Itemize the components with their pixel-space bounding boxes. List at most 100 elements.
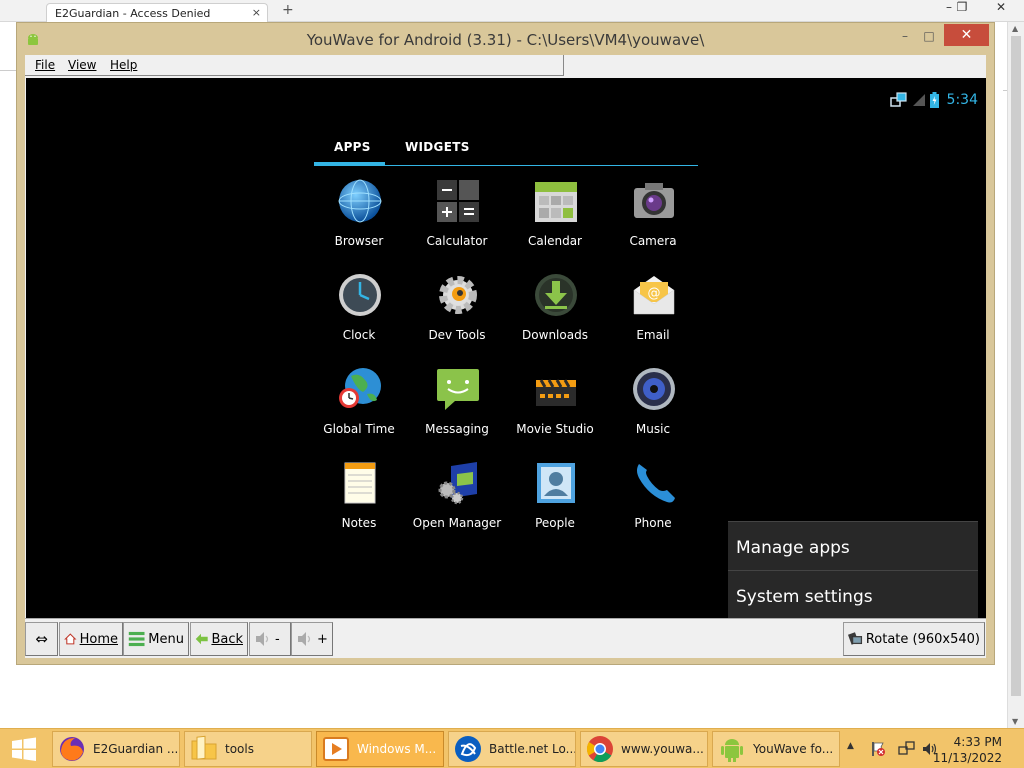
scroll-up-icon[interactable]: ▲ [1012, 24, 1018, 33]
app-downloads[interactable]: Downloads [506, 272, 604, 362]
browser-scrollbar[interactable]: ▲ ▼ [1007, 22, 1024, 728]
app-label: Global Time [323, 422, 395, 436]
menu-help[interactable]: Help [110, 58, 137, 72]
app-dev-tools[interactable]: Dev Tools [408, 272, 506, 362]
volume-down-button[interactable]: - [249, 622, 291, 656]
volume-up-label: + [317, 631, 328, 647]
app-label: Phone [634, 516, 672, 530]
youwave-client-area: File View Help 5:34 APPS WIDGETS Browser… [25, 55, 986, 658]
battery-icon [929, 92, 939, 108]
network-icon [889, 92, 907, 107]
system-tray: ▲ 4:33 PM 11/13/2022 [840, 729, 1024, 768]
speaker-icon [298, 632, 311, 646]
taskbar-windows-media[interactable]: Windows M... [316, 731, 444, 767]
app-label: Notes [341, 516, 377, 530]
close-button[interactable]: ✕ [944, 24, 989, 46]
svg-text:@: @ [648, 286, 661, 301]
browser-close-button[interactable]: ✕ [986, 0, 1016, 18]
menu-item-system-settings[interactable]: System settings [728, 571, 978, 618]
app-camera[interactable]: Camera [604, 178, 702, 268]
home-icon [64, 633, 77, 645]
app-label: Music [635, 422, 671, 436]
app-email[interactable]: @ Email [604, 272, 702, 362]
window-title: YouWave for Android (3.31) - C:\Users\VM… [306, 31, 705, 49]
taskbar-clock[interactable]: 4:33 PM 11/13/2022 [933, 734, 1002, 766]
app-label: Open Manager [412, 516, 502, 530]
app-messaging[interactable]: Messaging [408, 366, 506, 456]
taskbar-youwave[interactable]: YouWave fo... [712, 731, 840, 767]
back-label: Back [211, 631, 243, 647]
app-calculator[interactable]: Calculator [408, 178, 506, 268]
browser-tab-title: E2Guardian - Access Denied [55, 7, 211, 20]
folder-icon [191, 735, 217, 760]
clock-icon [339, 274, 381, 316]
volume-up-button[interactable]: + [291, 622, 333, 656]
messaging-icon [437, 369, 479, 410]
signal-icon [912, 94, 925, 106]
app-label: People [535, 516, 575, 530]
speaker-icon [256, 632, 269, 646]
windows-taskbar: E2Guardian ... tools Windows M... Battle… [0, 728, 1024, 768]
music-speaker-icon [633, 368, 675, 410]
android-icon [721, 739, 743, 762]
app-global-time[interactable]: Global Time [310, 366, 408, 456]
calendar-icon [535, 182, 577, 222]
app-browser[interactable]: Browser [310, 178, 408, 268]
people-icon [537, 463, 575, 503]
clock-date: 11/13/2022 [932, 751, 1002, 765]
app-calendar[interactable]: Calendar [506, 178, 604, 268]
tab-widgets[interactable]: WIDGETS [405, 140, 470, 154]
app-movie-studio[interactable]: Movie Studio [506, 366, 604, 456]
tray-expand-icon[interactable]: ▲ [847, 741, 854, 751]
back-button[interactable]: Back [190, 622, 248, 656]
rotate-button[interactable]: Rotate (960x540) [843, 622, 985, 656]
taskbar-item-label: www.youwa... [621, 742, 704, 756]
youwave-titlebar[interactable]: YouWave for Android (3.31) - C:\Users\VM… [17, 23, 994, 55]
browser-restore-button[interactable]: ❐ [947, 0, 977, 18]
status-bar: 5:34 [889, 90, 978, 110]
app-label: Email [636, 328, 670, 342]
scroll-down-icon[interactable]: ▼ [1012, 717, 1018, 726]
menu-button[interactable]: Menu [123, 622, 189, 656]
chrome-icon [586, 736, 613, 763]
back-arrow-icon [195, 633, 208, 645]
background-browser-titlebar: E2Guardian - Access Denied × + – ❐ ✕ [0, 0, 1024, 22]
new-tab-button[interactable]: + [282, 2, 294, 18]
taskbar-item-label: Battle.net Lo... [489, 742, 576, 756]
app-label: Messaging [425, 422, 489, 436]
tab-apps[interactable]: APPS [334, 140, 371, 154]
action-center-flag-icon[interactable] [870, 741, 886, 757]
taskbar-folder[interactable]: tools [184, 731, 312, 767]
browser-tab[interactable]: E2Guardian - Access Denied × [46, 3, 268, 22]
app-people[interactable]: People [506, 460, 604, 550]
android-screen[interactable]: 5:34 APPS WIDGETS Browser Calculator Cal… [26, 78, 986, 618]
menu-file[interactable]: File [35, 58, 55, 72]
menu-item-manage-apps[interactable]: Manage apps [728, 522, 978, 570]
taskbar-item-label: tools [225, 742, 254, 756]
resize-button[interactable]: ⇔ [25, 622, 58, 656]
menubar: File View Help [25, 55, 564, 76]
menu-view[interactable]: View [68, 58, 96, 72]
taskbar-item-label: Windows M... [357, 742, 437, 756]
app-clock[interactable]: Clock [310, 272, 408, 362]
app-phone[interactable]: Phone [604, 460, 702, 550]
firefox-icon [60, 737, 84, 761]
app-label: Downloads [522, 328, 588, 342]
start-button[interactable] [0, 729, 48, 768]
scrollbar-thumb[interactable] [1011, 36, 1021, 696]
browser-tab-close-button[interactable]: × [252, 6, 261, 19]
app-music[interactable]: Music [604, 366, 702, 456]
minimize-button[interactable]: – [895, 29, 915, 45]
taskbar-chrome[interactable]: www.youwa... [580, 731, 708, 767]
youwave-toolbar: ⇔ Home Menu Back - + Rotate (960x540) [25, 618, 986, 658]
network-icon[interactable] [898, 741, 916, 757]
app-notes[interactable]: Notes [310, 460, 408, 550]
app-label: Movie Studio [516, 422, 594, 436]
clock-time: 4:33 PM [953, 735, 1002, 749]
taskbar-item-label: E2Guardian ... [93, 742, 179, 756]
app-open-manager[interactable]: Open Manager [408, 460, 506, 550]
taskbar-firefox[interactable]: E2Guardian ... [52, 731, 180, 767]
home-button[interactable]: Home [59, 622, 123, 656]
taskbar-battlenet[interactable]: Battle.net Lo... [448, 731, 576, 767]
maximize-button[interactable]: □ [919, 29, 939, 45]
